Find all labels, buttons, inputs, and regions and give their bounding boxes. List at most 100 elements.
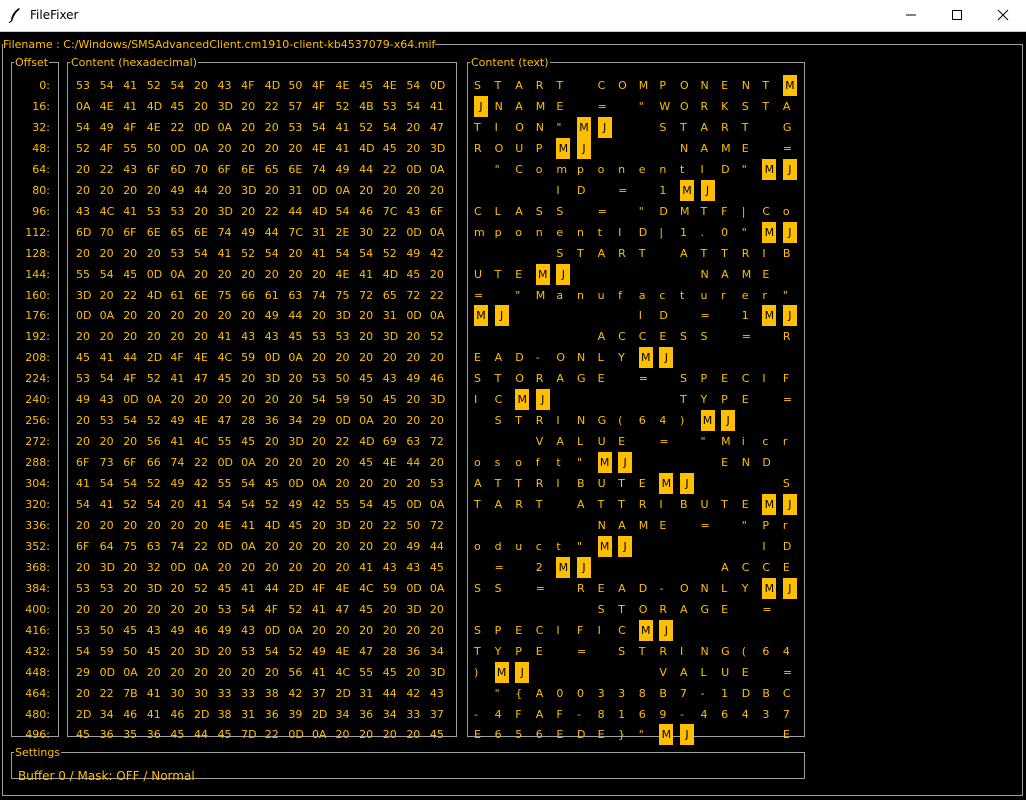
control-char-marker[interactable]: M: [638, 347, 653, 369]
text-char[interactable]: P: [762, 515, 783, 536]
hex-byte[interactable]: 7B: [123, 683, 147, 704]
hex-byte[interactable]: 4D: [265, 515, 289, 536]
control-char-marker[interactable]: J: [679, 473, 694, 495]
text-char[interactable]: I: [495, 117, 516, 138]
hex-byte[interactable]: 52: [123, 494, 147, 515]
hex-byte[interactable]: 20: [359, 347, 383, 368]
text-char[interactable]: =: [783, 138, 804, 159]
hex-byte[interactable]: 46: [170, 704, 194, 725]
text-char[interactable]: u: [598, 285, 619, 306]
text-char[interactable]: F: [556, 704, 577, 725]
hex-byte[interactable]: 20: [100, 243, 124, 264]
text-char[interactable]: ": [701, 431, 722, 452]
hex-byte[interactable]: 4D: [265, 75, 289, 96]
hex-byte[interactable]: 42: [406, 683, 430, 704]
text-char[interactable]: E: [742, 662, 763, 683]
hex-byte[interactable]: 20: [383, 347, 407, 368]
text-char[interactable]: I: [701, 159, 722, 180]
text-char[interactable]: u: [701, 285, 722, 306]
text-char[interactable]: =: [639, 368, 660, 389]
hex-byte[interactable]: 20: [100, 515, 124, 536]
text-char[interactable]: C: [618, 326, 639, 347]
text-char[interactable]: T: [721, 494, 742, 515]
hex-byte[interactable]: 54: [265, 243, 289, 264]
hex-byte[interactable]: 52: [383, 243, 407, 264]
hex-byte[interactable]: 0D: [218, 452, 242, 473]
hex-byte[interactable]: 22: [194, 536, 218, 557]
text-char[interactable]: G: [721, 641, 742, 662]
hex-byte[interactable]: 55: [359, 662, 383, 683]
hex-byte[interactable]: 46: [123, 704, 147, 725]
text-char[interactable]: A: [536, 683, 557, 704]
hex-byte[interactable]: 0D: [406, 159, 430, 180]
control-char-marker[interactable]: M: [597, 535, 612, 557]
text-char[interactable]: C: [742, 557, 763, 578]
hex-byte[interactable]: 4D: [359, 431, 383, 452]
text-char[interactable]: S: [618, 641, 639, 662]
hex-byte[interactable]: 20: [100, 285, 124, 306]
text-char[interactable]: M: [680, 201, 701, 222]
hex-byte[interactable]: 20: [430, 452, 454, 473]
text-char[interactable]: r: [783, 515, 804, 536]
text-char[interactable]: A: [598, 326, 619, 347]
hex-byte[interactable]: 49: [241, 222, 265, 243]
text-char[interactable]: ": [515, 285, 536, 306]
hex-byte[interactable]: 43: [241, 326, 265, 347]
text-char[interactable]: T: [536, 494, 557, 515]
hex-byte[interactable]: 42: [312, 494, 336, 515]
hex-byte[interactable]: 38: [218, 704, 242, 725]
text-char[interactable]: 1: [721, 683, 742, 704]
text-char[interactable]: T: [701, 243, 722, 264]
text-char[interactable]: 1: [618, 704, 639, 725]
hex-byte[interactable]: 4E: [336, 75, 360, 96]
hex-byte[interactable]: 22: [383, 222, 407, 243]
hex-byte[interactable]: 28: [241, 410, 265, 431]
text-char[interactable]: =: [762, 599, 783, 620]
hex-byte[interactable]: 44: [288, 305, 312, 326]
text-char[interactable]: D: [783, 536, 804, 557]
hex-byte[interactable]: 3D: [430, 662, 454, 683]
hex-byte[interactable]: 20: [265, 536, 289, 557]
hex-byte[interactable]: 6F: [430, 201, 454, 222]
hex-byte[interactable]: 31: [359, 683, 383, 704]
hex-byte[interactable]: 65: [170, 222, 194, 243]
hex-byte[interactable]: 4C: [194, 431, 218, 452]
text-char[interactable]: R: [639, 494, 660, 515]
hex-byte[interactable]: 20: [76, 515, 100, 536]
text-char[interactable]: T: [618, 494, 639, 515]
text-char[interactable]: S: [495, 578, 516, 599]
hex-byte[interactable]: 44: [194, 180, 218, 201]
text-char[interactable]: A: [783, 96, 804, 117]
minimize-button[interactable]: [888, 0, 934, 31]
hex-byte[interactable]: 0D: [288, 473, 312, 494]
hex-byte[interactable]: 4F: [170, 347, 194, 368]
text-char[interactable]: A: [515, 201, 536, 222]
hex-byte[interactable]: 53: [76, 368, 100, 389]
hex-byte[interactable]: 52: [288, 641, 312, 662]
text-char[interactable]: E: [721, 75, 742, 96]
hex-byte[interactable]: 20: [194, 326, 218, 347]
text-char[interactable]: =: [783, 662, 804, 683]
text-char[interactable]: S: [598, 599, 619, 620]
hex-byte[interactable]: 41: [170, 431, 194, 452]
hex-byte[interactable]: 34: [100, 704, 124, 725]
maximize-button[interactable]: [934, 0, 980, 31]
hex-byte[interactable]: 3D: [383, 326, 407, 347]
text-char[interactable]: =: [495, 557, 516, 578]
hex-byte[interactable]: 54: [100, 368, 124, 389]
hex-byte[interactable]: 0A: [430, 494, 454, 515]
text-char[interactable]: p: [495, 222, 516, 243]
hex-byte[interactable]: 50: [359, 389, 383, 410]
hex-byte[interactable]: 53: [288, 117, 312, 138]
text-char[interactable]: ": [577, 452, 598, 473]
hex-byte[interactable]: 45: [359, 599, 383, 620]
hex-byte[interactable]: 49: [170, 180, 194, 201]
hex-byte[interactable]: 54: [336, 243, 360, 264]
text-char[interactable]: A: [577, 494, 598, 515]
hex-byte[interactable]: 0D: [170, 138, 194, 159]
hex-byte[interactable]: 30: [170, 683, 194, 704]
hex-byte[interactable]: 54: [76, 117, 100, 138]
hex-byte[interactable]: 0A: [218, 117, 242, 138]
text-char[interactable]: A: [721, 264, 742, 285]
hex-byte[interactable]: 0A: [312, 724, 336, 745]
